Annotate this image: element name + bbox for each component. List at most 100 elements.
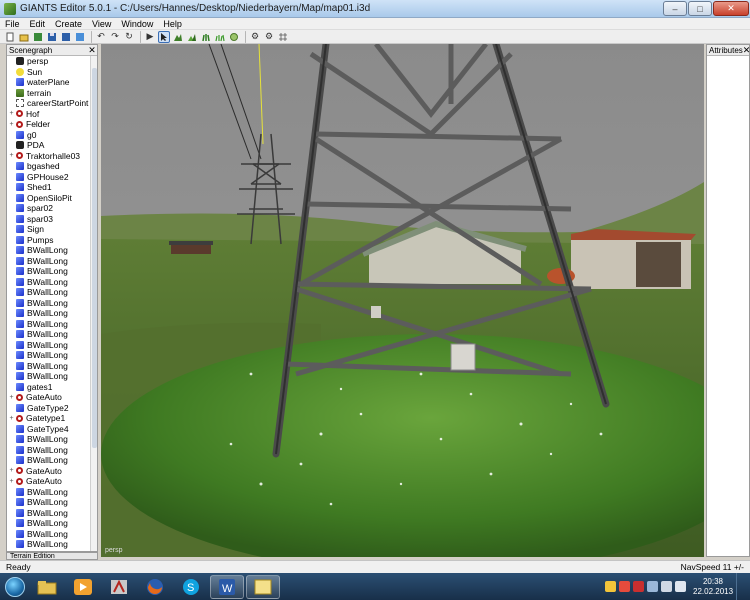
- decoration-tool-icon[interactable]: [228, 31, 240, 43]
- scenegraph-item[interactable]: + GateAuto: [7, 392, 97, 403]
- scenegraph-item[interactable]: + GateAuto: [7, 466, 97, 477]
- expand-toggle-icon[interactable]: +: [7, 121, 16, 128]
- scenegraph-item[interactable]: + GateAuto: [7, 476, 97, 487]
- scenegraph-item[interactable]: BWallLong: [7, 361, 97, 372]
- undo-icon[interactable]: ↶: [95, 31, 107, 43]
- settings-icon[interactable]: ⚙: [263, 31, 275, 43]
- expand-toggle-icon[interactable]: +: [7, 110, 16, 117]
- close-icon[interactable]: ✕: [743, 45, 750, 56]
- scenegraph-item[interactable]: BWallLong: [7, 308, 97, 319]
- gear-icon[interactable]: ⚙: [249, 31, 261, 43]
- scenegraph-item[interactable]: terrain: [7, 88, 97, 99]
- firefox-taskbar-icon[interactable]: [138, 575, 172, 599]
- scrollbar-thumb[interactable]: [92, 68, 97, 448]
- menu-create[interactable]: Create: [50, 19, 87, 29]
- scenegraph-item[interactable]: gates1: [7, 382, 97, 393]
- start-button[interactable]: [0, 573, 30, 600]
- close-icon[interactable]: ✕: [87, 45, 97, 56]
- scenegraph-item[interactable]: BWallLong: [7, 245, 97, 256]
- scenegraph-item[interactable]: BWallLong: [7, 529, 97, 540]
- notes-taskbar-icon[interactable]: [246, 574, 280, 599]
- scenegraph-item[interactable]: BWallLong: [7, 539, 97, 550]
- menu-edit[interactable]: Edit: [25, 19, 51, 29]
- scenegraph-item[interactable]: persp: [7, 56, 97, 67]
- scenegraph-item[interactable]: BWallLong: [7, 298, 97, 309]
- tray-folder-icon[interactable]: [605, 581, 616, 592]
- refresh-icon[interactable]: ↻: [123, 31, 135, 43]
- scenegraph-item[interactable]: BWallLong: [7, 371, 97, 382]
- scenegraph-item[interactable]: BWallLong: [7, 497, 97, 508]
- giants-editor-taskbar-icon[interactable]: [102, 575, 136, 599]
- expand-toggle-icon[interactable]: +: [7, 152, 16, 159]
- terrain-tool-icon[interactable]: [172, 31, 184, 43]
- scrollbar[interactable]: [90, 56, 97, 551]
- media-player-taskbar-icon[interactable]: [66, 575, 100, 599]
- foliage-tool-icon[interactable]: [200, 31, 212, 43]
- scenegraph-item[interactable]: careerStartPoint: [7, 98, 97, 109]
- tray-app-icon[interactable]: [619, 581, 630, 592]
- show-desktop-button[interactable]: [736, 573, 746, 600]
- scenegraph-item[interactable]: BWallLong: [7, 434, 97, 445]
- scenegraph-item[interactable]: BWallLong: [7, 487, 97, 498]
- scenegraph-item[interactable]: + Traktorhalle03: [7, 151, 97, 162]
- expand-toggle-icon[interactable]: +: [7, 478, 16, 485]
- scenegraph-item[interactable]: BWallLong: [7, 277, 97, 288]
- menu-file[interactable]: File: [0, 19, 25, 29]
- close-button[interactable]: ✕: [713, 1, 749, 16]
- scenegraph-item[interactable]: BWallLong: [7, 266, 97, 277]
- scenegraph-item[interactable]: BWallLong: [7, 329, 97, 340]
- scenegraph-item[interactable]: BWallLong: [7, 455, 97, 466]
- tray-flag-icon[interactable]: [647, 581, 658, 592]
- save-icon[interactable]: [46, 31, 58, 43]
- scenegraph-item[interactable]: GateType2: [7, 403, 97, 414]
- word-taskbar-icon[interactable]: W: [210, 574, 244, 599]
- scenegraph-tree[interactable]: persp Sun waterPlane terrain careerStartPoin…: [7, 56, 97, 551]
- scenegraph-item[interactable]: PDA: [7, 140, 97, 151]
- scenegraph-item[interactable]: BWallLong: [7, 508, 97, 519]
- explorer-taskbar-icon[interactable]: [30, 575, 64, 599]
- paint-terrain-icon[interactable]: [186, 31, 198, 43]
- scenegraph-item[interactable]: g0: [7, 130, 97, 141]
- 3d-viewport[interactable]: persp: [101, 44, 704, 557]
- scenegraph-item[interactable]: Pumps: [7, 235, 97, 246]
- scenegraph-item[interactable]: + Felder: [7, 119, 97, 130]
- scenegraph-item[interactable]: GateType4: [7, 424, 97, 435]
- play-icon[interactable]: ▶: [144, 31, 156, 43]
- grass-tool-icon[interactable]: [214, 31, 226, 43]
- scenegraph-item[interactable]: spar02: [7, 203, 97, 214]
- maximize-button[interactable]: □: [688, 1, 712, 16]
- tray-antivirus-icon[interactable]: [633, 581, 644, 592]
- scenegraph-item[interactable]: OpenSiloPit: [7, 193, 97, 204]
- scenegraph-item[interactable]: waterPlane: [7, 77, 97, 88]
- scenegraph-item[interactable]: Sun: [7, 67, 97, 78]
- select-tool-icon[interactable]: [158, 30, 170, 43]
- menu-view[interactable]: View: [87, 19, 116, 29]
- clock[interactable]: 20:38 22.02.2013: [693, 577, 733, 597]
- tray-volume-icon[interactable]: [675, 581, 686, 592]
- save-as-icon[interactable]: [60, 31, 72, 43]
- skype-taskbar-icon[interactable]: S: [174, 575, 208, 599]
- expand-toggle-icon[interactable]: +: [7, 415, 16, 422]
- scenegraph-item[interactable]: BWallLong: [7, 518, 97, 529]
- scenegraph-item[interactable]: Shed1: [7, 182, 97, 193]
- scenegraph-item[interactable]: BWallLong: [7, 319, 97, 330]
- terrain-edition-tab[interactable]: Terrain Edition: [6, 552, 98, 560]
- redo-icon[interactable]: ↷: [109, 31, 121, 43]
- scenegraph-item[interactable]: + Hof: [7, 109, 97, 120]
- menu-help[interactable]: Help: [158, 19, 187, 29]
- scenegraph-item[interactable]: spar03: [7, 214, 97, 225]
- scenegraph-item[interactable]: Sign: [7, 224, 97, 235]
- new-file-icon[interactable]: [4, 31, 16, 43]
- open-folder-icon[interactable]: [18, 31, 30, 43]
- scenegraph-item[interactable]: GPHouse2: [7, 172, 97, 183]
- scenegraph-item[interactable]: BWallLong: [7, 256, 97, 267]
- expand-toggle-icon[interactable]: +: [7, 467, 16, 474]
- export-icon[interactable]: [74, 31, 86, 43]
- scenegraph-item[interactable]: bgashed: [7, 161, 97, 172]
- import-icon[interactable]: [32, 31, 44, 43]
- scenegraph-item[interactable]: + Gatetype1: [7, 413, 97, 424]
- grid-icon[interactable]: [277, 31, 289, 43]
- tray-network-icon[interactable]: [661, 581, 672, 592]
- menu-window[interactable]: Window: [116, 19, 158, 29]
- minimize-button[interactable]: –: [663, 1, 687, 16]
